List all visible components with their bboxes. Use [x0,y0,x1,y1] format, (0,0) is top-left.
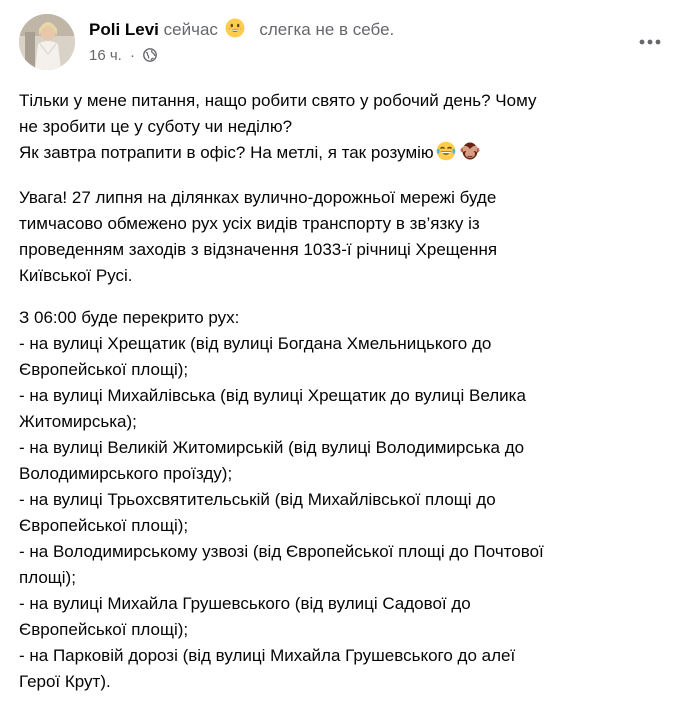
text-line-with-emoji: Як завтра потрапити в офіс? На метлі, я … [19,140,689,169]
avatar[interactable] [19,14,75,70]
face-with-tears-of-joy-emoji-icon [436,141,456,169]
post-time[interactable]: 16 ч. [89,47,122,64]
text-line: тимчасово обмежено рух усіх видів трансп… [19,214,480,233]
author-name[interactable]: Poli Levi [89,20,159,39]
list-item-continuation: Європейської площі); [19,360,189,379]
author-line: Poli Levi сейчас слегка не в себе. [89,18,394,44]
feeling-text: слегка не в себе. [259,20,395,39]
list-item-continuation: Володимирського проїзду); [19,464,233,483]
paragraph-road-closures: З 06:00 буде перекрито рух: - на вулиці … [19,305,689,695]
status-prefix: сейчас [163,20,218,39]
list-item-continuation: площі); [19,568,76,587]
paragraph-announcement: Увага! 27 липня на ділянках вулично-доро… [19,185,689,289]
facebook-post: Poli Levi сейчас слегка не в себе. 16 ч.… [0,0,700,705]
list-item: - на вулиці Михайлівська (від вулиці Хре… [19,386,526,405]
list-item: - на Парковій дорозі (від вулиці Михайла… [19,646,516,665]
text-line: проведенням заходів з відзначення 1033-ї… [19,240,498,259]
more-options-icon [639,39,661,45]
text-line: Як завтра потрапити в офіс? На метлі, я … [19,143,434,162]
meta-separator: · [130,47,136,64]
avatar-image [19,14,75,70]
post-meta: 16 ч. · [89,46,158,68]
list-item: - на вулиці Хрещатик (від вулиці Богдана… [19,334,492,353]
list-item: - на вулиці Великій Житомирській (від ву… [19,438,525,457]
list-item-continuation: Житомирська); [19,412,137,431]
list-item: - на вулиці Трьохсвятительській (від Мих… [19,490,496,509]
paragraph-question: Тільки у мене питання, нащо робити свято… [19,88,689,169]
see-no-evil-monkey-emoji-icon [460,141,480,169]
text-line: не зробити це у суботу чи неділю? [19,117,293,136]
text-line: Тільки у мене питання, нащо робити свято… [19,91,537,110]
text-line: Київської Русі. [19,266,133,285]
grinning-face-emoji-icon [225,18,245,44]
text-line: Увага! 27 липня на ділянках вулично-доро… [19,188,497,207]
list-item-continuation: Європейської площі); [19,620,189,639]
list-item-continuation: Європейської площі); [19,516,189,535]
post-content: Тільки у мене питання, нащо робити свято… [19,88,689,705]
more-options-button[interactable] [632,28,668,56]
list-item-continuation: Герої Крут). [19,672,111,691]
text-line: З 06:00 буде перекрито рух: [19,308,240,327]
globe-icon[interactable] [143,48,158,68]
list-item: - на Володимирському узвозі (від Європей… [19,542,544,561]
list-item: - на вулиці Михайла Грушевського (від ву… [19,594,471,613]
